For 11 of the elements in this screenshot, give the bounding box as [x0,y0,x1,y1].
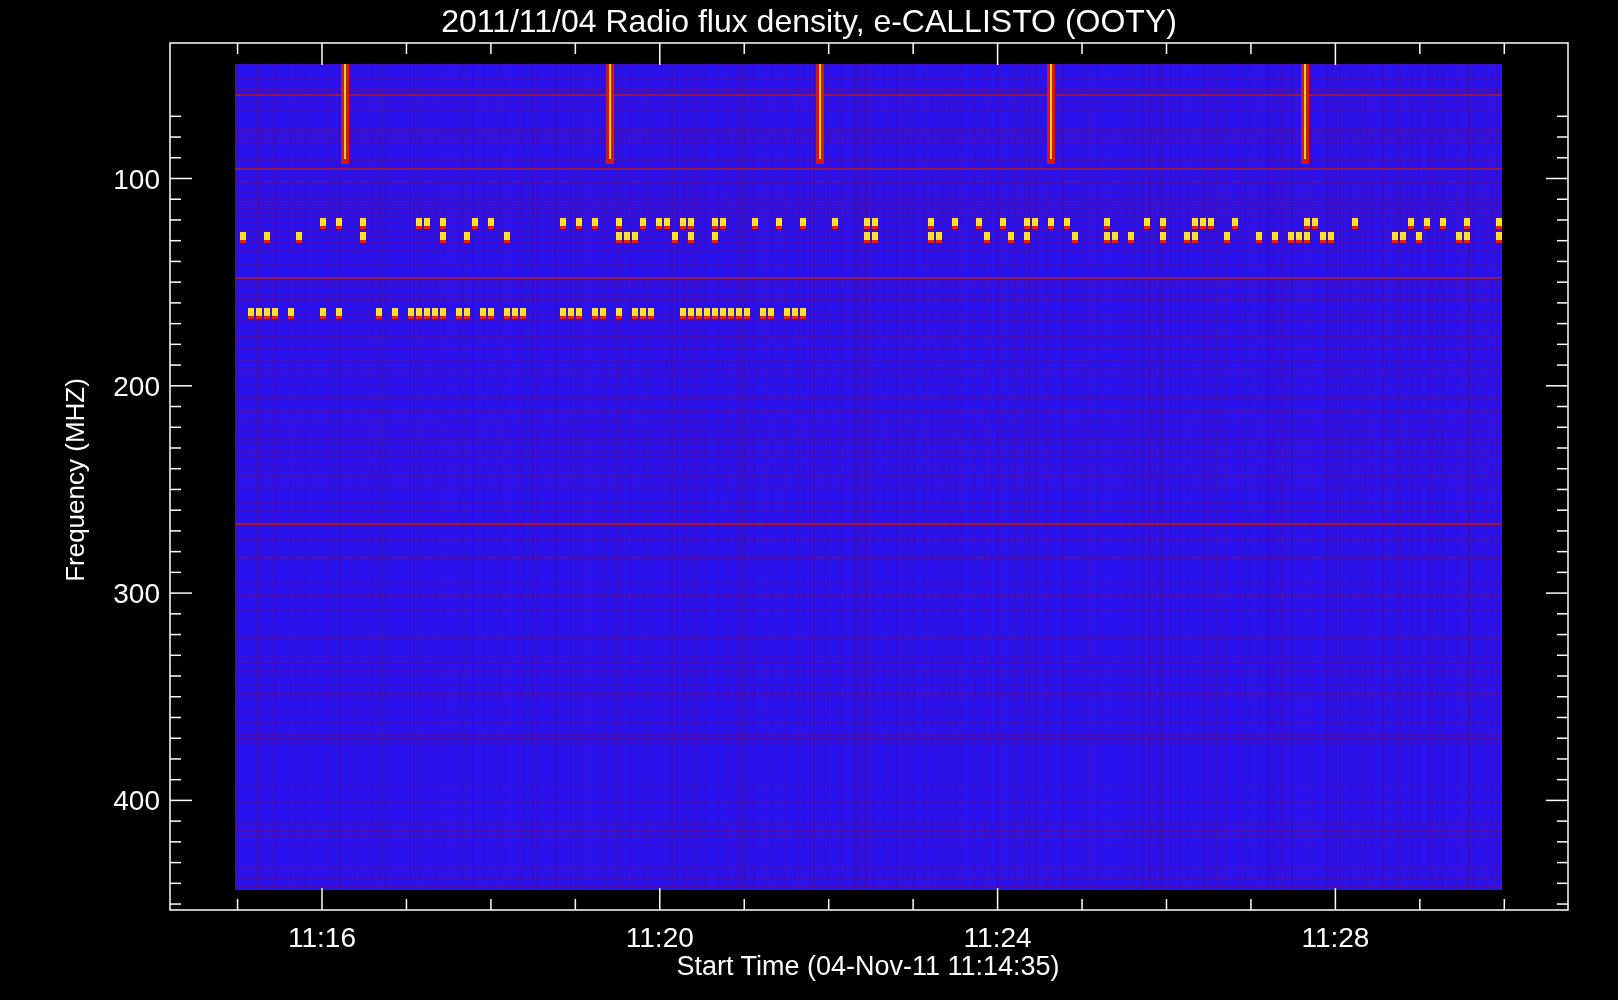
y-tick-label: 300 [113,578,160,610]
y-tick-label: 400 [113,785,160,817]
y-tick-label: 100 [113,163,160,195]
x-tick-label: 11:16 [288,922,356,953]
x-axis-label: Start Time (04-Nov-11 11:14:35) [676,951,1060,981]
y-axis-label: Frequency (MHZ) [60,378,90,582]
chart-title: 2011/11/04 Radio flux density, e-CALLISTO (OOTY) [441,3,1177,39]
y-tick-label: 200 [113,370,160,402]
x-tick-label: 11:28 [1301,922,1370,953]
x-tick-label: 11:20 [625,922,694,953]
x-tick-label: 11:24 [963,922,1032,953]
